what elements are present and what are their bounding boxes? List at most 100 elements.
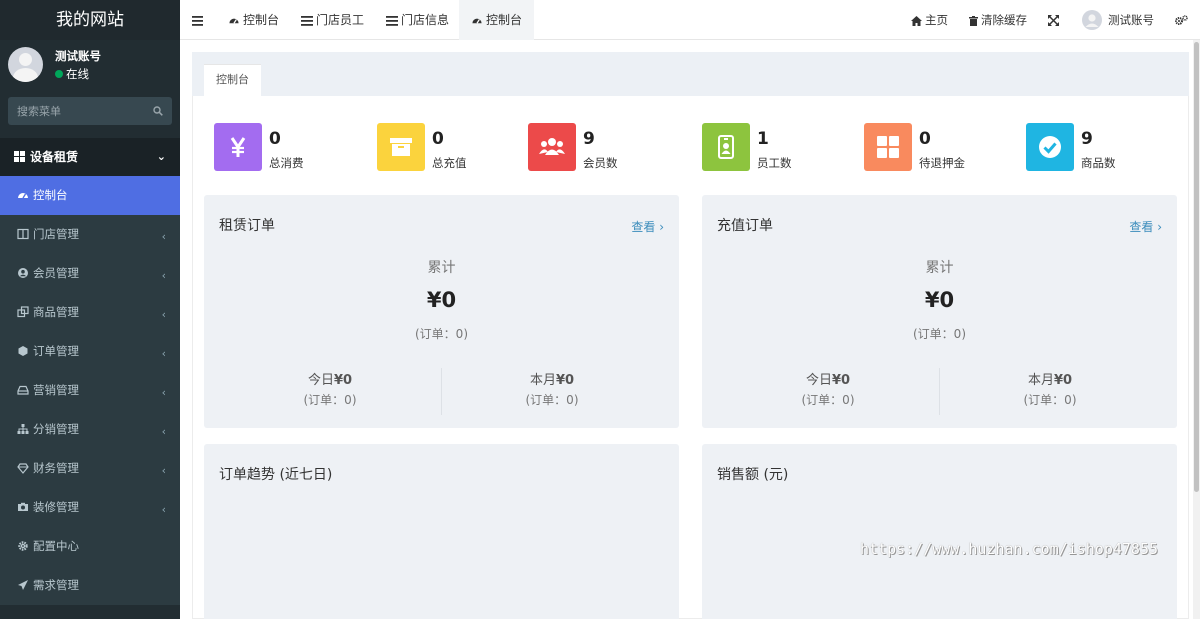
th-large-icon xyxy=(877,136,899,158)
panel-tab-dashboard[interactable]: 控制台 xyxy=(204,64,261,96)
today-order-count: (订单：0) xyxy=(801,393,855,407)
user-menu[interactable]: 测试账号 xyxy=(1082,0,1154,40)
sidebar-item-label: 订单管理 xyxy=(33,344,79,358)
sidebar-item-label: 配置中心 xyxy=(33,539,79,553)
th-large-icon xyxy=(14,151,25,162)
stat-value: 1 xyxy=(757,129,769,149)
sidebar-item-demand[interactable]: 需求管理 xyxy=(0,566,180,605)
stat-value: 0 xyxy=(432,129,444,149)
tab-dashboard-active[interactable]: 控制台 xyxy=(459,0,535,40)
chevron-left-icon: ‹ xyxy=(161,425,166,438)
card-title: 充值订单 xyxy=(717,218,773,234)
total-order-count: (订单：0) xyxy=(415,327,468,341)
menu-search-input[interactable] xyxy=(8,97,148,125)
home-icon xyxy=(911,16,922,26)
sitemap-icon xyxy=(17,424,29,434)
view-more-label: 查看 xyxy=(631,220,656,234)
clone-icon xyxy=(17,306,29,318)
month-order-count: (订单：0) xyxy=(525,393,579,407)
archive-icon xyxy=(390,138,412,156)
month-summary: 本月¥0 xyxy=(441,369,663,388)
tab-label: 门店信息 xyxy=(401,13,450,27)
sidebar: 我的网站 测试账号 在线 设备租赁 ⌄ 控制台 门店管理 ‹ 会员管理 ‹ 商品… xyxy=(0,0,180,619)
stat-icon-box xyxy=(214,123,262,171)
site-logo[interactable]: 我的网站 xyxy=(0,0,180,40)
sidebar-item-store[interactable]: 门店管理 ‹ xyxy=(0,215,180,254)
chevron-left-icon: ‹ xyxy=(161,308,166,321)
clear-cache-button[interactable]: 清除缓存 xyxy=(969,0,1027,40)
stat-icon-box xyxy=(702,123,750,171)
watermark-text: https://www.huzhan.com/ishop47855 xyxy=(860,540,1159,558)
order-trend-card: 订单趋势 (近七日) xyxy=(204,444,679,619)
list-icon xyxy=(386,16,398,26)
user-circle-icon xyxy=(18,268,28,278)
sales-amount-card: 销售额 (元) xyxy=(702,444,1177,619)
online-dot-icon xyxy=(55,70,63,78)
scrollbar-thumb[interactable] xyxy=(1194,42,1199,492)
diamond-icon xyxy=(17,463,29,474)
sidebar-item-label: 分销管理 xyxy=(33,422,79,436)
gears-icon xyxy=(1175,15,1188,25)
tab-store-staff[interactable]: 门店员工 xyxy=(301,0,364,40)
user-status: 在线 xyxy=(55,66,89,82)
panel-tabbar xyxy=(192,52,1189,96)
fullscreen-button[interactable] xyxy=(1048,0,1062,40)
today-summary: 今日¥0 xyxy=(219,369,441,388)
month-summary: 本月¥0 xyxy=(939,369,1161,388)
user-status-text: 在线 xyxy=(66,67,89,81)
stat-label: 总消费 xyxy=(269,156,304,170)
trash-icon xyxy=(969,16,978,26)
month-amount: ¥0 xyxy=(555,373,575,388)
sidebar-item-label: 需求管理 xyxy=(33,578,79,592)
view-more-link[interactable]: 查看 › xyxy=(1129,218,1162,235)
chevron-down-icon: ⌄ xyxy=(156,150,166,163)
rent-order-card: 租赁订单 查看 › 累计 ¥0 (订单：0) 今日¥0 (订单：0) 本月¥0 … xyxy=(204,195,679,428)
total-label: 累计 xyxy=(427,260,456,276)
stat-icon-box xyxy=(377,123,425,171)
dashboard-icon xyxy=(472,18,482,24)
chevron-left-icon: ‹ xyxy=(161,347,166,360)
chevron-right-icon: › xyxy=(1157,220,1162,234)
home-link[interactable]: 主页 xyxy=(911,0,948,40)
user-name: 测试账号 xyxy=(55,49,101,63)
sidebar-item-finance[interactable]: 财务管理 ‹ xyxy=(0,449,180,488)
sidebar-toggle-button[interactable] xyxy=(192,0,206,40)
user-panel: 测试账号 在线 xyxy=(0,40,180,90)
sidebar-item-label: 营销管理 xyxy=(33,383,79,397)
tab-dashboard[interactable]: 控制台 xyxy=(228,0,279,40)
stat-value: 0 xyxy=(269,129,281,149)
menu-header-rental[interactable]: 设备租赁 ⌄ xyxy=(0,138,180,176)
sidebar-item-config[interactable]: 配置中心 xyxy=(0,527,180,566)
chevron-left-icon: ‹ xyxy=(161,230,166,243)
users-icon xyxy=(539,138,565,155)
sidebar-item-marketing[interactable]: 营销管理 ‹ xyxy=(0,371,180,410)
clear-cache-label: 清除缓存 xyxy=(981,13,1027,27)
check-circle-icon xyxy=(1039,136,1061,158)
sidebar-item-decoration[interactable]: 装修管理 ‹ xyxy=(0,488,180,527)
sidebar-item-order[interactable]: 订单管理 ‹ xyxy=(0,332,180,371)
sidebar-item-member[interactable]: 会员管理 ‹ xyxy=(0,254,180,293)
menu-search xyxy=(8,97,172,125)
menu-header-label: 设备租赁 xyxy=(30,150,79,164)
hamburger-icon xyxy=(192,16,203,26)
stat-icon-box xyxy=(864,123,912,171)
card-title: 销售额 (元) xyxy=(717,467,789,483)
settings-button[interactable] xyxy=(1175,0,1191,40)
hexagon-icon xyxy=(18,346,28,356)
tab-store-info[interactable]: 门店信息 xyxy=(386,0,449,40)
total-order-count: (订单：0) xyxy=(913,327,966,341)
stat-icon-box xyxy=(528,123,576,171)
month-label: 本月 xyxy=(1027,373,1054,388)
sidebar-menu: 设备租赁 ⌄ 控制台 门店管理 ‹ 会员管理 ‹ 商品管理 ‹ 订单管理 ‹ 营… xyxy=(0,138,180,605)
search-icon[interactable] xyxy=(153,106,163,116)
today-amount: ¥0 xyxy=(333,373,353,388)
sidebar-item-label: 装修管理 xyxy=(33,500,79,514)
camera-icon xyxy=(18,502,28,511)
dashboard-icon xyxy=(229,18,239,24)
gear-icon xyxy=(18,541,28,551)
sidebar-item-distribution[interactable]: 分销管理 ‹ xyxy=(0,410,180,449)
sidebar-item-goods[interactable]: 商品管理 ‹ xyxy=(0,293,180,332)
view-more-link[interactable]: 查看 › xyxy=(631,218,664,235)
sidebar-item-dashboard[interactable]: 控制台 xyxy=(0,176,180,215)
today-order-count: (订单：0) xyxy=(303,393,357,407)
